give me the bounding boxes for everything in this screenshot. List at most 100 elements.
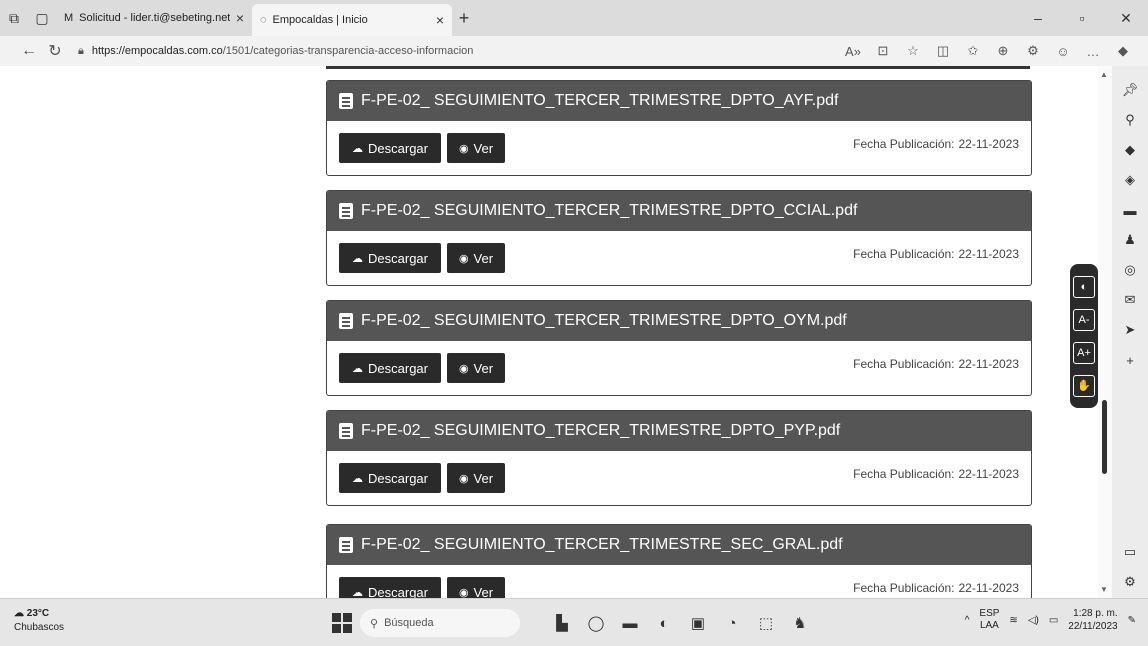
windows-start-icon[interactable] [332, 613, 352, 633]
chat-icon[interactable]: ◯ [582, 609, 610, 637]
tab-empocaldas[interactable]: ◌ Empocaldas | Inicio × [252, 4, 452, 36]
tab-label: Empocaldas | Inicio [272, 14, 368, 26]
browser-toolbar: A» ⊡ ☆ ◫ ✩ ⊕ ⚙ ☺ … ◆ [838, 36, 1138, 66]
pinned-app-icon[interactable]: ♞ [786, 609, 814, 637]
add-icon[interactable]: + [1116, 346, 1144, 374]
publication-date: Fecha Publicación: 22-11-2023 [853, 137, 1019, 151]
back-icon[interactable]: ← [16, 42, 42, 60]
volume-icon[interactable]: ◁) [1028, 615, 1039, 626]
document-filename: F-PE-02_ SEGUIMIENTO_TERCER_TRIMESTRE_DP… [361, 422, 841, 439]
view-button[interactable]: ◉ Ver [447, 353, 505, 383]
notification-icon[interactable]: ✎ [1128, 615, 1136, 626]
edge-icon[interactable]: ◐ [650, 609, 678, 637]
favorites-icon[interactable]: ✩ [958, 43, 988, 59]
document-filename: F-PE-02_ SEGUIMIENTO_TERCER_TRIMESTRE_DP… [361, 202, 858, 219]
pin-icon[interactable]: 📌︎ [1116, 76, 1144, 104]
page-scrollbar[interactable]: ▲ ▼ [1098, 66, 1112, 598]
read-aloud-icon[interactable]: A» [838, 44, 868, 59]
cloud-download-icon: ☁ [352, 586, 364, 599]
favorite-star-icon[interactable]: ☆ [898, 43, 928, 59]
view-button[interactable]: ◉ Ver [447, 133, 505, 163]
contrast-toggle-icon[interactable]: ◐ [1073, 275, 1095, 298]
outlook-icon[interactable]: ✉ [1116, 286, 1144, 314]
taskbar-apps: ▙ ◯ ▬ ◐ ▣ ◔ ⬚ ♞ [548, 609, 814, 637]
view-button[interactable]: ◉ Ver [447, 577, 505, 598]
scroll-down-icon[interactable]: ▼ [1100, 585, 1108, 594]
screen: ⧉ ▢ M Solicitud - lider.ti@sebeting.net … [0, 0, 1148, 646]
maximize-icon[interactable]: ▫ [1060, 0, 1104, 36]
weather-temp: 23°C [26, 608, 50, 619]
date-label: Fecha Publicación: [853, 137, 955, 151]
window-controls: – ▫ ✕ [1016, 0, 1148, 36]
decrease-text-button[interactable]: A- [1073, 308, 1095, 331]
send-icon[interactable]: ➤ [1116, 316, 1144, 344]
document-icon [339, 93, 353, 109]
lock-icon[interactable]: 🔒︎ [78, 45, 84, 58]
close-icon[interactable]: × [236, 10, 244, 26]
new-tab-button[interactable]: + [452, 8, 476, 29]
workspaces-icon[interactable]: ⧉ [0, 4, 28, 32]
document-card: F-PE-02_ SEGUIMIENTO_TERCER_TRIMESTRE_DP… [326, 80, 1032, 176]
taskbar-search[interactable]: ⚲ Búsqueda [360, 609, 520, 637]
tag-icon[interactable]: ◈ [1116, 166, 1144, 194]
sidebar-toggle-icon[interactable]: ▭ [1116, 538, 1144, 566]
refresh-icon[interactable]: ↻ [42, 41, 68, 61]
view-button[interactable]: ◉ Ver [447, 243, 505, 273]
settings-icon[interactable]: ⚙ [1116, 568, 1144, 596]
profile-icon[interactable]: ☺ [1048, 44, 1078, 59]
download-label: Descargar [368, 360, 428, 376]
split-screen-icon[interactable]: ◫ [928, 43, 958, 59]
cloud-download-icon: ☁ [352, 362, 364, 375]
close-window-icon[interactable]: ✕ [1104, 0, 1148, 36]
document-body: ☁ Descargar ◉ Ver Fecha Publicación: 22-11-… [327, 341, 1031, 395]
eye-icon: ◉ [458, 252, 469, 265]
url-field[interactable]: 🔒︎ https://empocaldas.com.co/1501/catego… [78, 45, 678, 58]
clock[interactable]: 1:28 p. m. 22/11/2023 [1068, 607, 1117, 633]
download-button[interactable]: ☁ Descargar [339, 353, 441, 383]
document-icon [339, 537, 353, 553]
discover-icon[interactable]: ◆ [1116, 136, 1144, 164]
tools-icon[interactable]: ▬ [1116, 196, 1144, 224]
app-icon[interactable]: ⊡ [868, 43, 898, 59]
close-icon[interactable]: × [436, 12, 444, 28]
minimize-icon[interactable]: – [1016, 0, 1060, 36]
download-button[interactable]: ☁ Descargar [339, 577, 441, 598]
tab-actions-icon[interactable]: ▢ [28, 4, 56, 32]
scrollbar-thumb[interactable] [1102, 400, 1107, 474]
copilot-icon[interactable]: ◆ [1108, 43, 1138, 59]
app-icon[interactable]: ⬚ [752, 609, 780, 637]
extensions-icon[interactable]: ⚙ [1018, 43, 1048, 59]
task-view-icon[interactable]: ▙ [548, 609, 576, 637]
tab-solicitud[interactable]: M Solicitud - lider.ti@sebeting.net · × [56, 4, 252, 32]
collections-icon[interactable]: ⊕ [988, 43, 1018, 59]
lang-bottom: LAA [979, 620, 999, 631]
download-button[interactable]: ☁ Descargar [339, 463, 441, 493]
games-icon[interactable]: ♟ [1116, 226, 1144, 254]
download-button[interactable]: ☁ Descargar [339, 133, 441, 163]
language-indicator[interactable]: ESP LAA [979, 608, 999, 632]
sign-language-icon[interactable]: ✋ [1073, 374, 1095, 397]
chevron-up-icon[interactable]: ^ [965, 615, 970, 626]
document-filename: F-PE-02_ SEGUIMIENTO_TERCER_TRIMESTRE_SE… [361, 536, 843, 553]
view-button[interactable]: ◉ Ver [447, 463, 505, 493]
file-explorer-icon[interactable]: ▬ [616, 609, 644, 637]
taskbar: ☁ 23°C Chubascos ⚲ Búsqueda ▙ ◯ ▬ ◐ ▣ ◔ … [0, 598, 1148, 646]
increase-text-button[interactable]: A+ [1073, 341, 1095, 364]
circle-app-icon[interactable]: ◎ [1116, 256, 1144, 284]
document-header: F-PE-02_ SEGUIMIENTO_TERCER_TRIMESTRE_DP… [327, 81, 1031, 121]
chrome-icon[interactable]: ◔ [718, 609, 746, 637]
search-icon[interactable]: ⚲ [1116, 106, 1144, 134]
download-button[interactable]: ☁ Descargar [339, 243, 441, 273]
scroll-up-icon[interactable]: ▲ [1100, 70, 1108, 79]
battery-icon[interactable]: ▭ [1049, 615, 1058, 626]
cloud-download-icon: ☁ [352, 472, 364, 485]
weather-widget[interactable]: ☁ 23°C Chubascos [14, 607, 64, 635]
document-icon [339, 203, 353, 219]
publication-date: Fecha Publicación: 22-11-2023 [853, 357, 1019, 371]
store-icon[interactable]: ▣ [684, 609, 712, 637]
cloud-download-icon: ☁ [352, 252, 364, 265]
wifi-icon[interactable]: ≋ [1009, 615, 1017, 626]
document-filename: F-PE-02_ SEGUIMIENTO_TERCER_TRIMESTRE_DP… [361, 92, 839, 109]
document-header: F-PE-02_ SEGUIMIENTO_TERCER_TRIMESTRE_DP… [327, 191, 1031, 231]
more-icon[interactable]: … [1078, 44, 1108, 59]
